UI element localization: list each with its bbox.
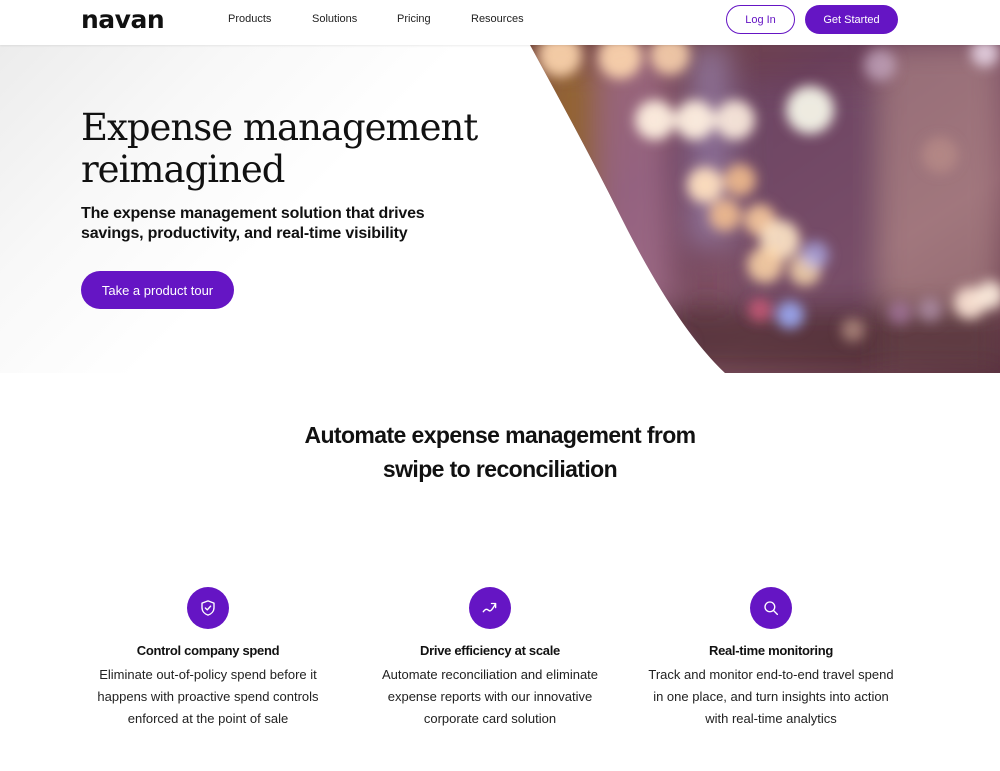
top-nav: navan Products Solutions Pricing Resourc… (0, 0, 1000, 45)
feature-desc-line: happens with proactive spend controls (97, 689, 319, 704)
feature-description: Eliminate out-of-policy spend before it … (68, 664, 348, 730)
product-tour-button[interactable]: Take a product tour (81, 271, 234, 309)
feature-desc-line: enforced at the point of sale (127, 711, 289, 726)
nav-link-products[interactable]: Products (228, 13, 271, 26)
trending-up-icon (469, 587, 511, 629)
hero-title: Expense management reimagined (81, 107, 481, 191)
feature-desc-line: corporate card solution (423, 711, 557, 726)
hero-subtitle-line1: The expense management solution that dri… (81, 205, 425, 222)
feature-desc-line: Eliminate out-of-policy spend before it (99, 667, 317, 682)
navan-logo[interactable]: navan (81, 7, 165, 33)
feature-card: Control company spend Eliminate out-of-p… (68, 587, 348, 730)
hero-title-line2: reimagined (81, 148, 285, 191)
feature-title: Real-time monitoring (708, 643, 833, 658)
nav-link-resources[interactable]: Resources (471, 13, 524, 26)
hero-subtitle: The expense management solution that dri… (81, 204, 441, 244)
feature-desc-line: in one place, and turn insights into act… (653, 689, 889, 704)
feature-card: Drive efficiency at scale Automate recon… (350, 587, 630, 730)
shield-check-icon (187, 587, 229, 629)
hero-section: Expense management reimagined The expens… (0, 45, 1000, 373)
nav-link-pricing[interactable]: Pricing (397, 13, 431, 26)
feature-title: Control company spend (136, 643, 280, 658)
get-started-button[interactable]: Get Started (805, 5, 898, 34)
section-title: Automate expense management from swipe t… (0, 418, 1000, 486)
section-title-line1: Automate expense management from (304, 422, 696, 448)
feature-desc-line: with real-time analytics (705, 711, 837, 726)
feature-description: Automate reconciliation and eliminate ex… (350, 664, 630, 730)
feature-desc-line: Track and monitor end-to-end travel spen… (648, 667, 894, 682)
login-button[interactable]: Log In (726, 5, 795, 34)
feature-desc-line: expense reports with our innovative (387, 689, 593, 704)
section-title-line2: swipe to reconciliation (382, 456, 618, 482)
feature-card: Real-time monitoring Track and monitor e… (631, 587, 911, 730)
hero-title-line1: Expense management (81, 106, 478, 149)
feature-title: Drive efficiency at scale (420, 643, 560, 658)
search-icon (750, 587, 792, 629)
feature-description: Track and monitor end-to-end travel spen… (631, 664, 911, 730)
hero-subtitle-line2: savings, productivity, and real-time vis… (81, 225, 408, 242)
feature-desc-line: Automate reconciliation and eliminate (381, 667, 599, 682)
nav-link-solutions[interactable]: Solutions (312, 13, 357, 26)
